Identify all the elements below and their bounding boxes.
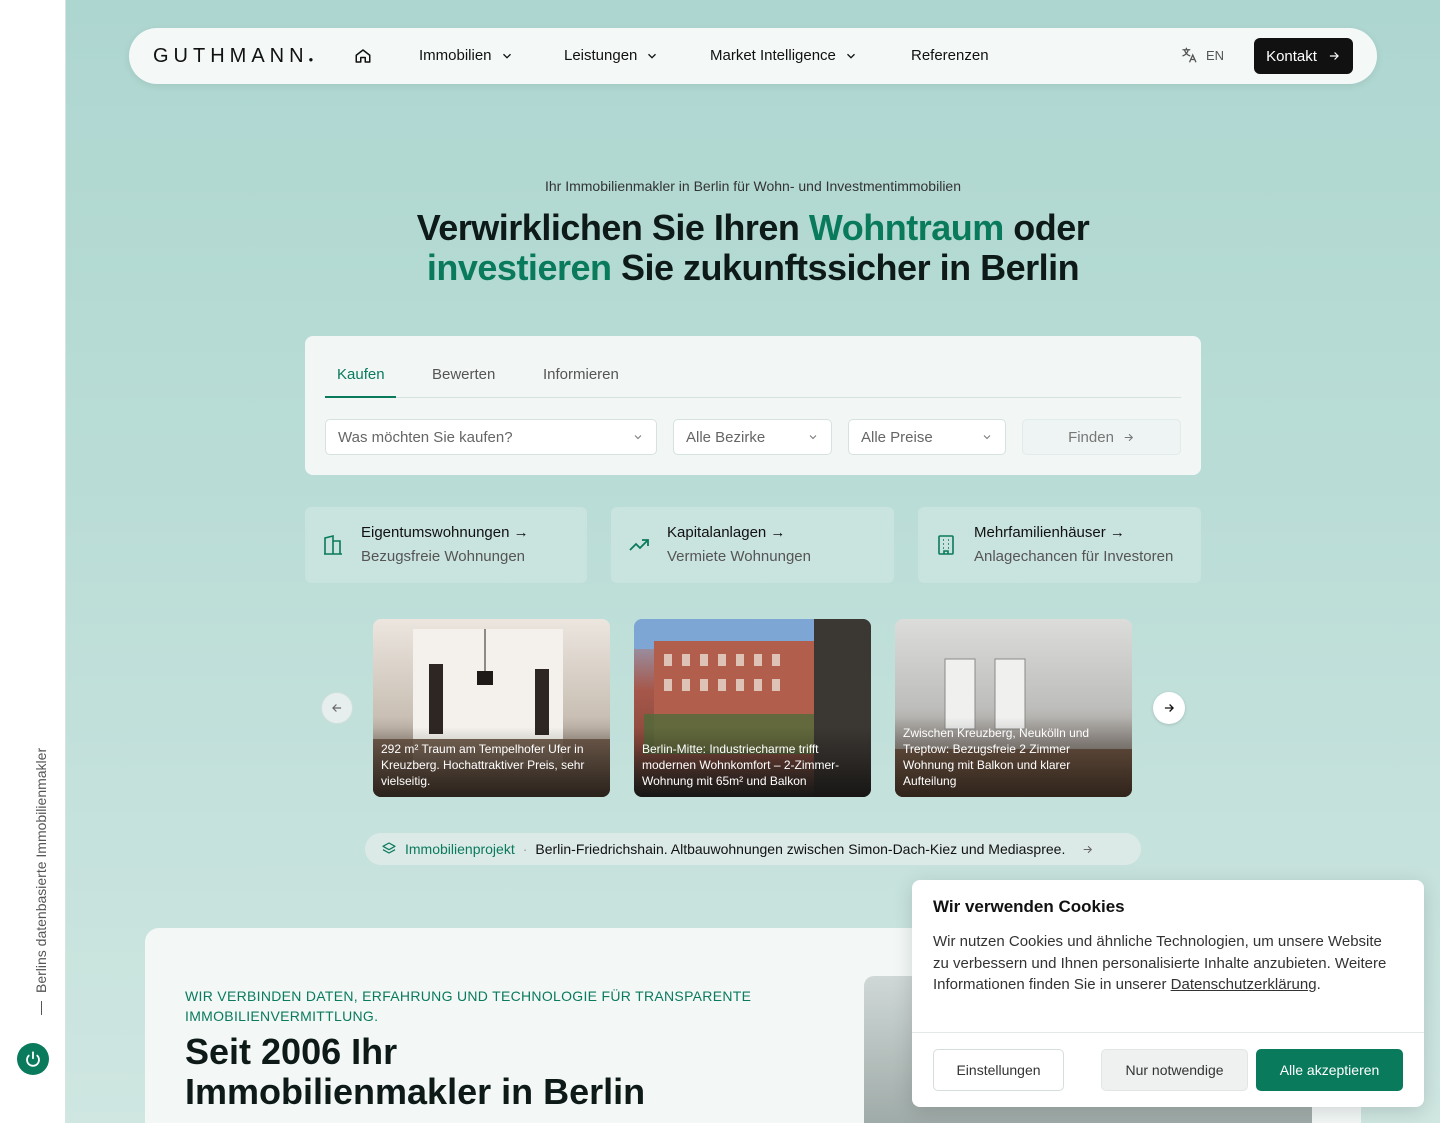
cookie-banner: Wir verwenden Cookies Wir nutzen Cookies… [912, 880, 1424, 1107]
trend-up-icon [629, 539, 649, 551]
rail-dash [40, 1001, 42, 1015]
carousel-prev-button[interactable] [321, 692, 353, 724]
translate-icon [1182, 47, 1197, 63]
listing-caption: 292 m² Traum am Tempelhofer Ufer in Kreu… [381, 742, 585, 788]
tab-kaufen[interactable]: Kaufen [337, 366, 385, 383]
listing-caption: Berlin-Mitte: Industriecharme trifft mod… [642, 742, 840, 788]
rail-tagline-text: Berlins datenbasierte Immobilienmakler [33, 747, 49, 993]
cookie-accept-all-button[interactable]: Alle akzeptieren [1256, 1049, 1403, 1091]
search-tabs: Kaufen Bewerten Informieren [325, 358, 1181, 398]
category-subtitle: Anlagechancen für Investoren [974, 548, 1174, 565]
chevron-down-icon [502, 53, 511, 59]
category-subtitle: Vermiete Wohnungen [667, 548, 811, 565]
privacy-link[interactable]: Datenschutzerklärung [1171, 976, 1317, 993]
find-label: Finden [1068, 428, 1114, 446]
listing-card[interactable]: Berlin-Mitte: Industriecharme trifft mod… [634, 619, 871, 797]
nav-item-label: Referenzen [911, 47, 989, 64]
nav-item-label: Market Intelligence [710, 47, 836, 64]
property-type-placeholder: Was möchten Sie kaufen? [338, 428, 513, 446]
nav-item-label: Immobilien [419, 47, 492, 64]
building-icon [324, 534, 342, 555]
arrow-left-icon [332, 704, 342, 712]
tab-bewerten[interactable]: Bewerten [432, 366, 495, 383]
chevron-down-icon [648, 53, 657, 59]
cookie-text: Wir nutzen Cookies und ähnliche Technolo… [933, 933, 1387, 993]
apartment-icon [938, 535, 954, 555]
search-card: Kaufen Bewerten Informieren Was möchten … [305, 336, 1201, 475]
carousel-next-button[interactable] [1153, 692, 1185, 724]
hero-title: Verwirklichen Sie Ihren Wohntraum oder i… [416, 207, 1090, 288]
hero-eyebrow: Ihr Immobilienmakler in Berlin für Wohn-… [544, 178, 961, 194]
chevron-down-icon [634, 435, 642, 440]
find-button[interactable]: Finden [1022, 419, 1181, 455]
home-icon[interactable] [354, 47, 372, 65]
contact-label: Kontakt [1266, 47, 1317, 65]
top-nav: GUTHMANN● Immobilien Leistungen Market I… [129, 28, 1377, 84]
project-text: Berlin-Friedrichshain. Altbauwohnungen z… [535, 841, 1066, 857]
divider [912, 1032, 1424, 1033]
about-eyebrow: WIR VERBINDEN DATEN, ERFAHRUNG UND TECHN… [185, 988, 752, 1024]
arrow-right-icon [1124, 433, 1133, 441]
power-icon[interactable] [17, 1043, 49, 1075]
about-title: Seit 2006 Ihr Immobilienmakler in Berlin [185, 1031, 646, 1112]
left-rail: Berlins datenbasierte Immobilienmakler [0, 0, 66, 1123]
arrow-right-icon [1084, 845, 1093, 853]
project-label: Immobilienprojekt [405, 841, 515, 857]
arrow-right-icon [1329, 52, 1339, 60]
price-value: Alle Preise [861, 428, 933, 446]
rail-tagline: Berlins datenbasierte Immobilienmakler [33, 748, 49, 1015]
nav-item-immobilien[interactable]: Immobilien [419, 47, 514, 64]
arrow-right-icon [1164, 704, 1174, 712]
category-title: Mehrfamilienhäuser → [974, 524, 1125, 541]
logo[interactable]: GUTHMANN● [153, 45, 313, 68]
property-type-select[interactable]: Was möchten Sie kaufen? [325, 419, 657, 455]
nav-item-label: Leistungen [564, 47, 638, 64]
active-tab-indicator [325, 396, 396, 398]
listing-card[interactable]: Zwischen Kreuzberg, Neukölln und Treptow… [895, 619, 1132, 797]
category-title: Kapitalanlagen → [667, 524, 786, 541]
layers-icon [382, 842, 396, 854]
nav-item-leistungen[interactable]: Leistungen [564, 47, 659, 64]
district-value: Alle Bezirke [686, 428, 766, 446]
nav-item-referenzen[interactable]: Referenzen [911, 47, 989, 64]
listing-card[interactable]: 292 m² Traum am Tempelhofer Ufer in Kreu… [373, 619, 610, 797]
chevron-down-icon [983, 435, 991, 440]
district-select[interactable]: Alle Bezirke [673, 419, 832, 455]
project-banner[interactable]: Immobilienprojekt · Berlin-Friedrichshai… [365, 833, 1141, 865]
nav-item-market-intelligence[interactable]: Market Intelligence [710, 47, 858, 64]
category-kapitalanlagen[interactable]: Kapitalanlagen → Vermiete Wohnungen [611, 507, 894, 583]
cookie-settings-button[interactable]: Einstellungen [933, 1049, 1064, 1091]
tab-informieren[interactable]: Informieren [543, 366, 619, 383]
category-eigentumswohnungen[interactable]: Eigentumswohnungen → Bezugsfreie Wohnung… [305, 507, 587, 583]
language-switch[interactable]: EN [1180, 46, 1224, 64]
price-select[interactable]: Alle Preise [848, 419, 1006, 455]
category-mehrfamilienhaeuser[interactable]: Mehrfamilienhäuser → Anlagechancen für I… [918, 507, 1201, 583]
chevron-down-icon [809, 435, 817, 440]
cookie-necessary-button[interactable]: Nur notwendige [1101, 1049, 1248, 1091]
category-title: Eigentumswohnungen → [361, 524, 529, 541]
category-subtitle: Bezugsfreie Wohnungen [361, 548, 526, 565]
language-label: EN [1206, 47, 1225, 63]
contact-button[interactable]: Kontakt [1254, 38, 1353, 74]
cookie-title: Wir verwenden Cookies [933, 897, 1125, 916]
project-separator: · [522, 841, 528, 857]
listing-caption: Zwischen Kreuzberg, Neukölln und Treptow… [903, 726, 1090, 788]
chevron-down-icon [846, 53, 855, 59]
